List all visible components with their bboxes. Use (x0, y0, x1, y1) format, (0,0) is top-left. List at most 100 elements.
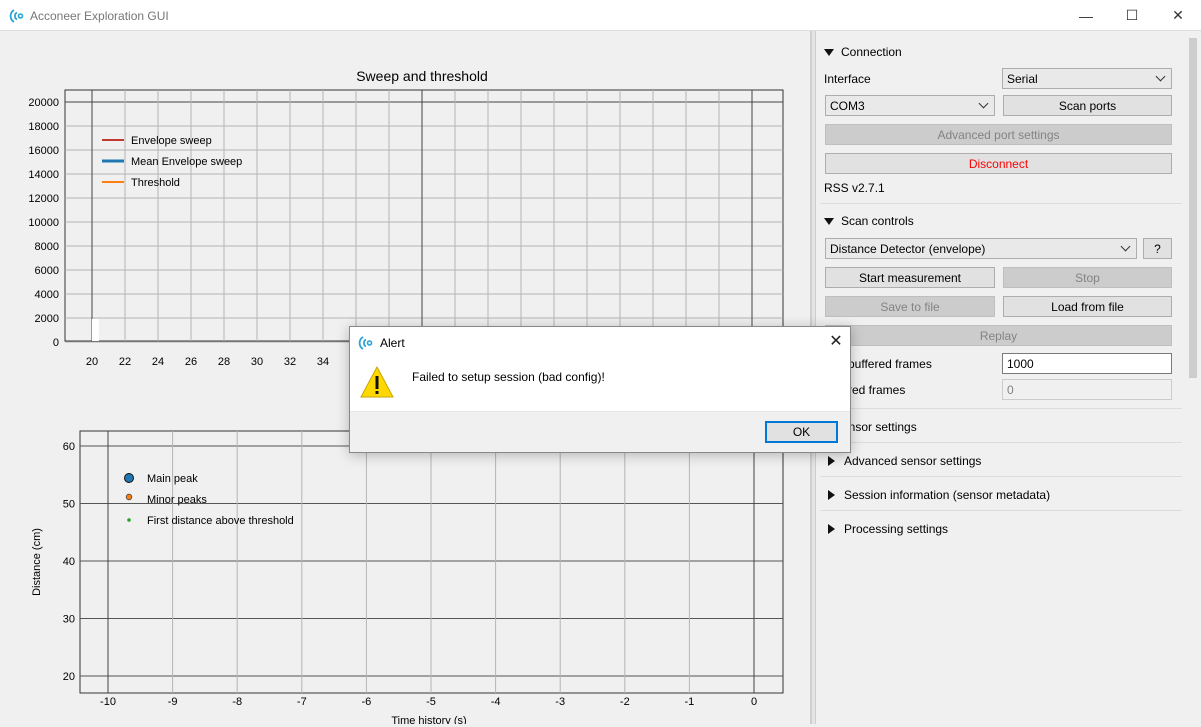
legend-label-envelope: Envelope sweep (131, 135, 212, 147)
x-tick-label: -2 (620, 696, 630, 708)
top-plot-frame (64, 89, 784, 342)
legend-label-mean-envelope: Mean Envelope sweep (131, 156, 242, 168)
scan-controls-header-label: Scan controls (841, 214, 914, 228)
interface-select[interactable]: Serial (1002, 68, 1172, 89)
y-tick-label: 4000 (35, 289, 59, 301)
ok-button[interactable]: OK (765, 421, 838, 443)
max-buffered-frames-input[interactable]: 1000 (1002, 353, 1172, 374)
scan-controls-section-header[interactable]: Scan controls (824, 214, 914, 228)
load-from-file-button[interactable]: Load from file (1003, 296, 1172, 317)
max-buffered-frames-label: buffered frames (848, 357, 932, 371)
x-tick-label: -9 (168, 696, 178, 708)
x-tick-label: 26 (185, 356, 197, 368)
x-tick-label: -10 (100, 696, 116, 708)
chevron-down-icon (1120, 241, 1131, 252)
dialog-close-button[interactable]: ✕ (826, 331, 846, 351)
y-tick-label: 20 (63, 671, 75, 683)
bottom-plot-grid (80, 431, 783, 693)
y-tick-label: 60 (63, 441, 75, 453)
expand-arrow-icon (828, 456, 835, 466)
detector-select[interactable]: Distance Detector (envelope) (825, 238, 1137, 259)
x-tick-label: -6 (362, 696, 372, 708)
y-tick-label: 20000 (28, 97, 59, 109)
legend-label-minor-peaks: Minor peaks (147, 494, 207, 506)
panel-scrollbar-thumb[interactable] (1189, 38, 1197, 378)
help-button[interactable]: ? (1143, 238, 1172, 259)
detector-select-value: Distance Detector (envelope) (830, 241, 986, 256)
envelope-sweep-bar (92, 319, 99, 341)
y-tick-label: 16000 (28, 145, 59, 157)
y-tick-label: 18000 (28, 121, 59, 133)
legend-label-main-peak: Main peak (147, 473, 198, 485)
warning-icon (360, 365, 394, 398)
x-tick-label: 22 (119, 356, 131, 368)
chevron-down-icon (978, 98, 989, 109)
top-plot-grid (65, 90, 783, 343)
buffered-frames-label: red frames (848, 383, 906, 397)
processing-settings-section-header[interactable]: Processing settings (824, 522, 948, 536)
acconeer-logo-icon (358, 336, 373, 350)
alert-dialog: Alert ✕ Failed to setup session (bad con… (349, 326, 851, 453)
divider (820, 408, 1182, 409)
legend-marker-main-peak (124, 473, 134, 483)
expand-arrow-icon (828, 490, 835, 500)
legend-label-first-distance: First distance above threshold (147, 515, 294, 527)
buffered-frames-input: 0 (1002, 379, 1172, 400)
x-tick-label: -5 (426, 696, 436, 708)
x-tick-label: 32 (284, 356, 296, 368)
minimize-button[interactable]: — (1063, 0, 1109, 31)
close-window-button[interactable]: ✕ (1155, 0, 1201, 31)
disconnect-button[interactable]: Disconnect (825, 153, 1172, 174)
y-tick-label: 8000 (35, 241, 59, 253)
title-bar: Acconeer Exploration GUI — ☐ ✕ (0, 0, 1201, 31)
legend-marker-minor-peaks (125, 493, 133, 501)
chevron-down-icon (1155, 71, 1166, 82)
x-tick-label: 30 (251, 356, 263, 368)
divider (820, 203, 1182, 204)
dialog-footer: OK (350, 411, 850, 452)
divider (820, 442, 1182, 443)
y-tick-label: 30 (63, 614, 75, 626)
top-plot-title: Sweep and threshold (356, 68, 488, 84)
top-plot-y-ticks: 2000018000160001400012000100008000600040… (28, 97, 59, 349)
sensor-settings-header-label: ensor settings (842, 420, 917, 434)
x-tick-label: -3 (555, 696, 565, 708)
stop-button[interactable]: Stop (1003, 267, 1172, 288)
interface-select-value: Serial (1007, 71, 1038, 86)
bottom-plot-y-label: Distance (cm) (31, 528, 43, 596)
dialog-title: Alert (380, 336, 405, 350)
scan-ports-button[interactable]: Scan ports (1003, 95, 1172, 116)
y-tick-label: 40 (63, 556, 75, 568)
advanced-port-settings-button[interactable]: Advanced port settings (825, 124, 1172, 145)
x-tick-label: -1 (685, 696, 695, 708)
x-tick-label: -8 (232, 696, 242, 708)
dialog-message: Failed to setup session (bad config)! (412, 370, 605, 384)
sensor-settings-section-header[interactable]: ensor settings (842, 420, 917, 434)
bottom-plot-x-ticks: -10 -9 -8 -7 -6 -5 -4 -3 -2 -1 0 (100, 696, 757, 708)
advanced-sensor-settings-section-header[interactable]: Advanced sensor settings (824, 454, 981, 468)
bottom-plot-legend: Main peak Minor peaks First distance abo… (124, 473, 294, 527)
processing-settings-header-label: Processing settings (844, 522, 949, 536)
session-information-header-label: Session information (sensor metadata) (844, 488, 1051, 502)
session-information-section-header[interactable]: Session information (sensor metadata) (824, 488, 1050, 502)
maximize-button[interactable]: ☐ (1109, 0, 1155, 31)
connection-section-header[interactable]: Connection (824, 45, 902, 59)
window-title: Acconeer Exploration GUI (30, 9, 169, 23)
interface-label: Interface (824, 72, 871, 86)
y-tick-label: 50 (63, 499, 75, 511)
acconeer-logo-icon (9, 9, 24, 23)
start-measurement-button[interactable]: Start measurement (825, 267, 995, 288)
rss-version-label: RSS v2.7.1 (824, 181, 885, 195)
replay-button[interactable]: Replay (825, 325, 1172, 346)
port-select[interactable]: COM3 (825, 95, 995, 116)
y-tick-label: 2000 (35, 313, 59, 325)
x-tick-label: 20 (86, 356, 98, 368)
divider (820, 476, 1182, 477)
collapse-arrow-icon (824, 48, 834, 56)
bottom-plot-x-label: Time history (s) (391, 715, 466, 724)
x-tick-label: -4 (491, 696, 501, 708)
x-tick-label: 34 (317, 356, 329, 368)
top-plot-x-ticks: 20 22 24 26 28 30 32 34 (86, 356, 329, 368)
save-to-file-button[interactable]: Save to file (825, 296, 995, 317)
y-tick-label: 6000 (35, 265, 59, 277)
